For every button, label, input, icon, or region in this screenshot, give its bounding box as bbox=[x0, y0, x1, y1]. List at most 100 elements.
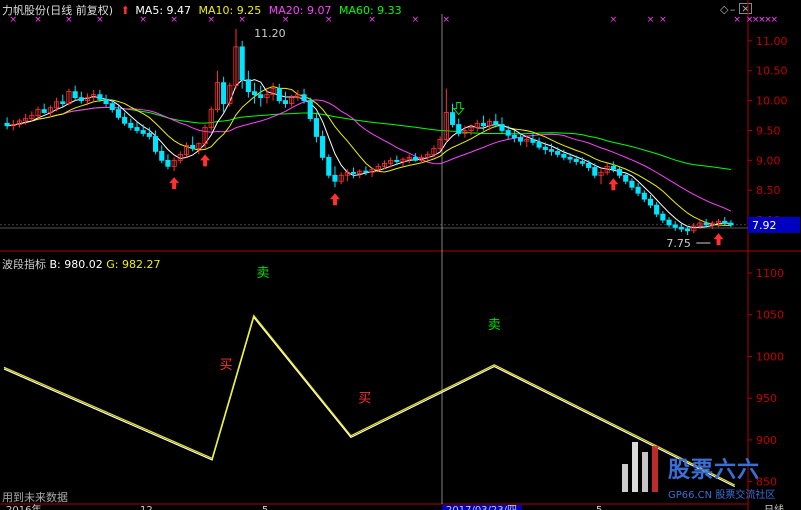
candle-body bbox=[159, 150, 165, 161]
indicator-tick-label: 1050 bbox=[756, 309, 784, 322]
price-tick-label: 9.50 bbox=[756, 124, 781, 137]
watermark-site: GP66.CN 股票交流社区 bbox=[668, 490, 776, 501]
indicator-tick-label: 950 bbox=[756, 392, 777, 405]
future-data-note: 用到未来数据 bbox=[2, 491, 68, 504]
price-tick-label: 11.00 bbox=[756, 35, 788, 48]
candle-body bbox=[567, 156, 573, 160]
signal-marker: × bbox=[139, 15, 147, 25]
price-tick-label: 10.50 bbox=[756, 65, 788, 78]
signal-marker: × bbox=[325, 15, 333, 25]
candle-body bbox=[616, 168, 623, 176]
candle-body bbox=[703, 222, 709, 226]
candle-body bbox=[363, 170, 369, 173]
candle-body bbox=[660, 213, 666, 221]
low-price-label: 7.75 bbox=[666, 237, 691, 250]
candle-body bbox=[480, 122, 487, 127]
candle-body bbox=[542, 146, 548, 150]
indicator-tick-label: 1000 bbox=[756, 350, 784, 363]
watermark-logo bbox=[618, 442, 668, 500]
sell-arrow-icon bbox=[452, 102, 465, 116]
candle-body bbox=[573, 158, 579, 162]
candle-body bbox=[97, 94, 103, 100]
candle-body bbox=[518, 137, 524, 142]
date-axis-label: 2017/03/23/四 bbox=[446, 505, 517, 510]
candle-body bbox=[78, 97, 84, 102]
signal-marker: × bbox=[282, 15, 290, 25]
candle-body bbox=[350, 171, 357, 174]
ma5-line bbox=[7, 79, 731, 229]
buy-arrow-icon bbox=[200, 154, 211, 167]
indicator-tick-label: 900 bbox=[756, 434, 777, 447]
candle-body bbox=[128, 122, 134, 128]
candle-body bbox=[647, 198, 654, 206]
signal-marker: × bbox=[733, 15, 741, 25]
candle-body bbox=[115, 109, 122, 118]
watermark-brand: 股票六六 bbox=[668, 458, 761, 483]
signal-marker: × bbox=[96, 15, 104, 25]
candle-body bbox=[672, 224, 678, 228]
candle-body bbox=[635, 186, 641, 194]
signal-marker: × bbox=[34, 15, 42, 25]
candle-body bbox=[301, 94, 307, 102]
signal-marker: × bbox=[10, 15, 18, 25]
candle-body bbox=[109, 103, 115, 110]
candle-body bbox=[146, 133, 152, 137]
candle-body bbox=[313, 118, 319, 137]
candle-body bbox=[678, 226, 684, 230]
indicator-signal-label: 买 bbox=[358, 391, 371, 406]
date-axis-label: 12 bbox=[140, 505, 153, 510]
candle-body bbox=[629, 180, 635, 188]
candle-body bbox=[394, 159, 400, 162]
candle-body bbox=[276, 88, 282, 102]
buy-arrow-icon bbox=[608, 178, 619, 191]
candle-body bbox=[60, 101, 66, 104]
buy-arrow-icon bbox=[329, 193, 340, 206]
candle-body bbox=[610, 165, 616, 170]
candle-body bbox=[153, 136, 159, 152]
candle-body bbox=[72, 91, 78, 99]
candle-body bbox=[332, 174, 338, 182]
candle-body bbox=[190, 145, 196, 149]
candle-body bbox=[320, 136, 326, 158]
price-tick-label: 9.00 bbox=[756, 154, 781, 167]
signal-marker: × bbox=[770, 15, 778, 25]
candle-body bbox=[4, 122, 10, 127]
candle-body bbox=[134, 127, 140, 131]
candle-body bbox=[561, 153, 567, 158]
last-price-label: 7.92 bbox=[752, 219, 777, 232]
candle-body bbox=[239, 46, 245, 81]
candle-body bbox=[623, 174, 629, 182]
candle-body bbox=[654, 204, 660, 215]
indicator-signal-label: 买 bbox=[219, 358, 232, 373]
candle-body bbox=[221, 82, 227, 105]
signal-marker: × bbox=[207, 15, 215, 25]
chart-canvas: 11.0010.5010.009.509.008.508.00110010501… bbox=[0, 0, 801, 510]
candle-body bbox=[282, 100, 289, 105]
candle-body bbox=[140, 130, 146, 134]
signal-marker: × bbox=[610, 15, 618, 25]
candle-body bbox=[493, 121, 499, 125]
candle-body bbox=[579, 161, 585, 164]
candle-body bbox=[245, 79, 251, 93]
candle-body bbox=[122, 116, 128, 124]
candle-body bbox=[412, 156, 418, 161]
price-tick-label: 8.50 bbox=[756, 184, 781, 197]
candle-body bbox=[641, 192, 647, 200]
signal-marker: × bbox=[170, 15, 178, 25]
signal-marker: × bbox=[647, 15, 655, 25]
signal-marker: × bbox=[238, 15, 246, 25]
date-axis-label: 日线 bbox=[764, 503, 784, 510]
signal-marker: × bbox=[65, 15, 73, 25]
indicator-tick-label: 1100 bbox=[756, 267, 784, 280]
signal-marker: × bbox=[443, 15, 451, 25]
candle-body bbox=[456, 124, 462, 134]
signal-marker: × bbox=[368, 15, 376, 25]
ma60-line bbox=[7, 106, 731, 170]
indicator-signal-label: 卖 bbox=[488, 318, 501, 333]
candle-body bbox=[722, 220, 728, 224]
buy-arrow-icon bbox=[169, 177, 180, 190]
signal-marker: × bbox=[659, 15, 667, 25]
high-price-label: 11.20 bbox=[254, 27, 286, 40]
buy-arrow-icon bbox=[713, 233, 724, 246]
candle-body bbox=[499, 124, 505, 131]
